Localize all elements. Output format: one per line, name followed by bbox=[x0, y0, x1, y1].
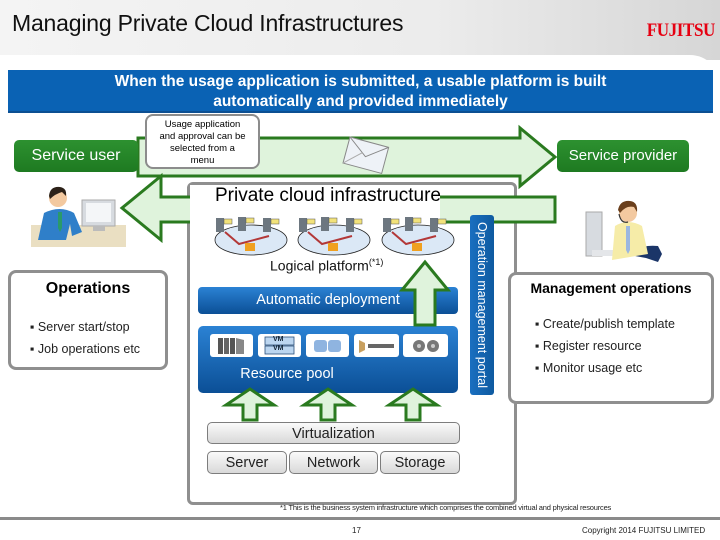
management-item-text: Register resource bbox=[542, 339, 642, 353]
copyright: Copyright 2014 FUJITSU LIMITED bbox=[582, 526, 706, 535]
footer-divider bbox=[0, 517, 720, 520]
logical-platform-1 bbox=[214, 217, 288, 256]
vm-label: VM bbox=[273, 345, 284, 352]
portal-label: Operation management portal bbox=[475, 221, 489, 389]
server-layer: Server bbox=[207, 451, 287, 474]
operations-item: ▪ Job operations etc bbox=[30, 342, 141, 356]
virtualization-layer: Virtualization bbox=[207, 422, 460, 444]
service-user-label: Service user bbox=[14, 140, 138, 172]
management-item: ▪ Monitor usage etc bbox=[535, 361, 643, 375]
vm-icon: VM VM bbox=[258, 334, 301, 357]
logical-platform-3 bbox=[381, 217, 455, 256]
tape-icon bbox=[403, 334, 448, 357]
service-provider-illustration bbox=[585, 200, 662, 262]
page-number: 17 bbox=[352, 526, 361, 535]
resource-pool-label: Resource pool bbox=[240, 366, 334, 382]
usage-note-callout: Usage application and approval can be se… bbox=[145, 114, 260, 169]
service-provider-label: Service provider bbox=[557, 140, 689, 172]
operations-title: Operations bbox=[45, 280, 131, 297]
logical-platform-group bbox=[214, 217, 455, 256]
management-item: ▪ Register resource bbox=[535, 339, 642, 353]
usage-note-line: Usage application bbox=[164, 119, 241, 130]
logical-platform-text: Logical platform bbox=[270, 257, 369, 274]
usage-note-line: and approval can be bbox=[159, 131, 246, 142]
automatic-deployment-bar: Automatic deployment bbox=[198, 287, 458, 314]
operations-item: ▪ Server start/stop bbox=[30, 320, 130, 334]
server-rack-icon bbox=[210, 334, 253, 357]
management-operations-title: Management operations bbox=[530, 280, 692, 296]
storage-layer: Storage bbox=[380, 451, 460, 474]
usage-note-line: selected from a bbox=[170, 143, 235, 154]
network-layer: Network bbox=[289, 451, 378, 474]
usage-note-line: menu bbox=[190, 155, 215, 166]
management-item-text: Monitor usage etc bbox=[542, 361, 643, 375]
logical-platform-label: Logical platform(*1) bbox=[270, 257, 383, 274]
vm-label: VM bbox=[273, 336, 284, 343]
operations-item-text: Job operations etc bbox=[37, 342, 141, 356]
private-cloud-title: Private cloud infrastructure bbox=[215, 185, 441, 206]
footnote-ref: (*1) bbox=[368, 257, 384, 267]
footnote: *1 This is the business system infrastru… bbox=[280, 503, 612, 512]
operations-item-text: Server start/stop bbox=[37, 320, 130, 334]
management-item-text: Create/publish template bbox=[542, 317, 675, 331]
logical-platform-2 bbox=[297, 217, 371, 256]
service-user-illustration bbox=[31, 186, 126, 247]
network-switch-icon bbox=[354, 334, 399, 357]
management-item: ▪ Create/publish template bbox=[535, 317, 675, 331]
storage-disk-icon bbox=[306, 334, 349, 357]
